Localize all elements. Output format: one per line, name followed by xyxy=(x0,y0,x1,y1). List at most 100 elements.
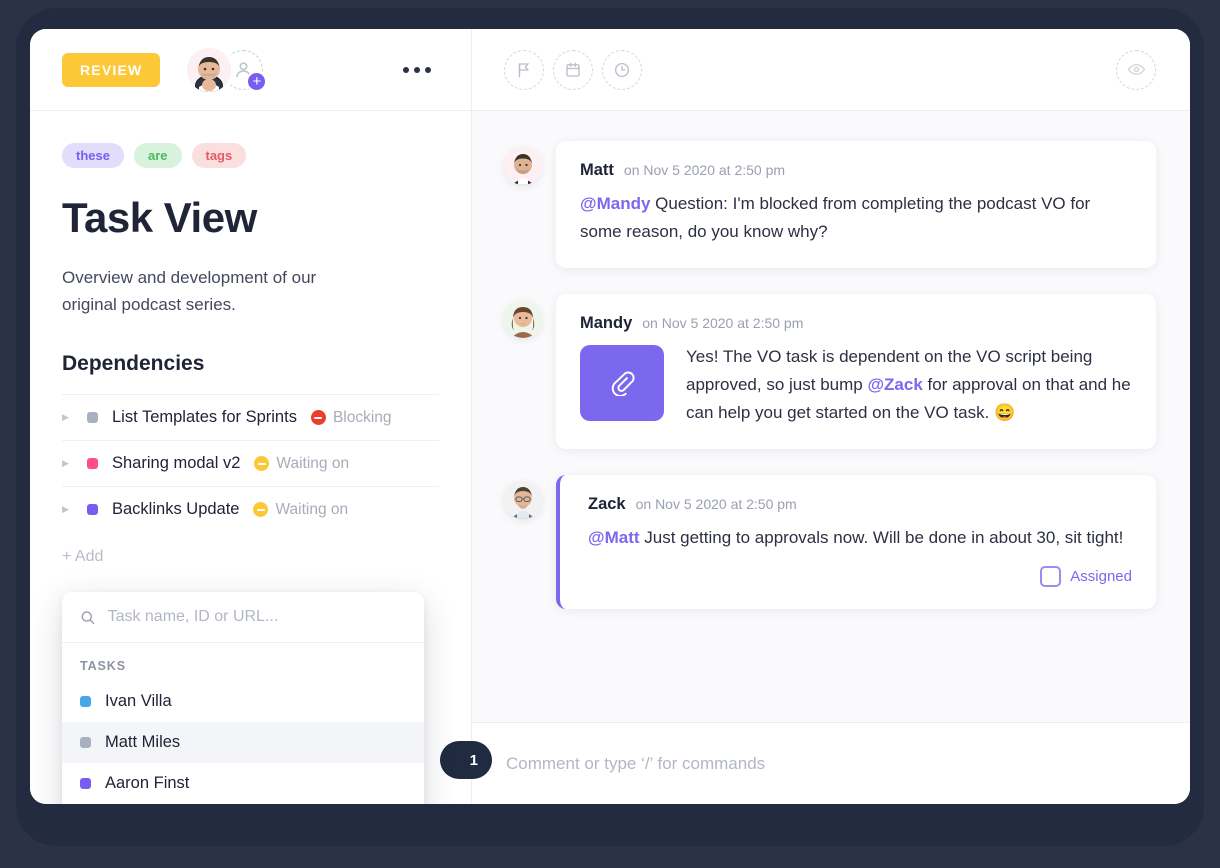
item-color-dot xyxy=(80,696,91,707)
chevron-right-icon[interactable]: ▶ xyxy=(62,412,76,423)
task-header: REVIEW + xyxy=(30,29,471,111)
tag-tags[interactable]: tags xyxy=(191,143,247,168)
comment-body: Question: I'm blocked from completing th… xyxy=(580,194,1091,242)
dependency-status-label: Waiting on xyxy=(276,454,350,472)
avatar[interactable] xyxy=(187,47,232,92)
flag-icon[interactable] xyxy=(504,49,544,90)
blocking-icon xyxy=(310,410,326,426)
dependency-row[interactable]: ▶ Sharing modal v2 Waiting on xyxy=(62,440,439,486)
list-item-label: Matt Miles xyxy=(105,733,181,751)
avatar-image xyxy=(504,481,542,520)
comment-author: Zack xyxy=(588,495,626,514)
comment-item: Zack on Nov 5 2020 at 2:50 pm @Matt Just… xyxy=(504,475,1156,610)
calendar-icon[interactable] xyxy=(553,49,593,90)
unread-count-value: 1 xyxy=(469,751,478,769)
assignee-group: + xyxy=(187,47,268,92)
comment-body-row: Yes! The VO task is dependent on the VO … xyxy=(580,343,1132,427)
task-details-panel: REVIEW + these are tags Task View Overvi… xyxy=(30,29,472,804)
add-dependency-button[interactable]: + Add xyxy=(62,532,439,566)
status-button[interactable]: REVIEW xyxy=(62,52,161,87)
avatar[interactable] xyxy=(504,300,542,339)
dependency-status-label: Blocking xyxy=(332,408,392,426)
comment-timestamp: on Nov 5 2020 at 2:50 pm xyxy=(642,315,804,332)
dependency-name: Sharing modal v2 xyxy=(112,454,241,473)
comment-timestamp: on Nov 5 2020 at 2:50 pm xyxy=(635,496,797,513)
comment-text: @Mandy Question: I'm blocked from comple… xyxy=(580,190,1132,246)
watch-eye-icon[interactable] xyxy=(1116,49,1156,90)
search-icon xyxy=(81,610,95,624)
comment-author: Mandy xyxy=(580,314,633,333)
dropdown-section-label: TASKS xyxy=(80,659,126,673)
dependency-row[interactable]: ▶ Backlinks Update Waiting on xyxy=(62,486,439,532)
item-color-dot xyxy=(80,737,91,748)
list-item-label: Ivan Villa xyxy=(105,692,172,710)
page-title: Task View xyxy=(62,194,257,241)
clock-icon[interactable] xyxy=(602,49,642,90)
chevron-right-icon[interactable]: ▶ xyxy=(62,458,76,469)
mention-link[interactable]: @Zack xyxy=(867,375,922,394)
comment-item: Mandy on Nov 5 2020 at 2:50 pm Yes! The … xyxy=(504,294,1156,450)
dependency-status: Waiting on xyxy=(254,455,349,473)
mention-link[interactable]: @Matt xyxy=(588,528,640,547)
comment-card: Mandy on Nov 5 2020 at 2:50 pm Yes! The … xyxy=(556,294,1156,450)
list-item[interactable]: Ivan Villa xyxy=(62,681,424,722)
comment-author: Matt xyxy=(580,161,614,179)
tag-list: these are tags xyxy=(62,143,439,168)
dependency-name: List Templates for Sprints xyxy=(112,408,297,427)
mention-link[interactable]: @Mandy xyxy=(580,194,650,213)
dependency-row[interactable]: ▶ List Templates for Sprints Blocking xyxy=(62,394,439,440)
dependency-status-label: Waiting on xyxy=(275,500,349,518)
avatar-image xyxy=(504,300,542,339)
task-search-dropdown: TASKS Ivan Villa Matt Miles Aaron Finst … xyxy=(62,592,424,804)
task-body: these are tags Task View Overview and de… xyxy=(30,111,471,566)
dependency-name: Backlinks Update xyxy=(112,500,240,519)
dependency-color-dot xyxy=(87,504,98,516)
avatar[interactable] xyxy=(504,147,542,185)
comment-input-bar[interactable]: Comment or type ‘/’ for commands xyxy=(472,722,1190,804)
dot xyxy=(414,66,420,73)
assigned-label: Assigned xyxy=(1070,568,1132,586)
comment-list: Matt on Nov 5 2020 at 2:50 pm @Mandy Que… xyxy=(472,111,1190,722)
calendar-glyph xyxy=(566,62,580,77)
dependency-status: Blocking xyxy=(310,408,392,427)
comment-text: @Matt Just getting to approvals now. Wil… xyxy=(588,524,1132,552)
search-input[interactable] xyxy=(107,608,406,626)
tag-are[interactable]: are xyxy=(133,143,182,168)
comment-header: Matt on Nov 5 2020 at 2:50 pm xyxy=(580,161,1132,180)
search-field xyxy=(62,592,424,643)
comment-item: Matt on Nov 5 2020 at 2:50 pm @Mandy Que… xyxy=(504,141,1156,269)
assigned-checkbox[interactable] xyxy=(1040,566,1062,588)
comment-header: Mandy on Nov 5 2020 at 2:50 pm xyxy=(580,314,1132,333)
comment-timestamp: on Nov 5 2020 at 2:50 pm xyxy=(623,162,786,178)
list-item[interactable]: Matt Miles xyxy=(62,722,424,763)
comment-header: Zack on Nov 5 2020 at 2:50 pm xyxy=(588,495,1132,514)
item-color-dot xyxy=(80,778,91,789)
activity-panel: Matt on Nov 5 2020 at 2:50 pm @Mandy Que… xyxy=(440,29,1190,804)
plus-badge-icon: + xyxy=(246,70,268,92)
tag-these[interactable]: these xyxy=(62,143,124,168)
task-view-app: REVIEW + these are tags Task View Overvi… xyxy=(30,29,1190,804)
unread-count-badge[interactable]: 1 xyxy=(440,741,492,779)
comment-card: Matt on Nov 5 2020 at 2:50 pm @Mandy Que… xyxy=(556,141,1156,269)
comment-card: Zack on Nov 5 2020 at 2:50 pm @Matt Just… xyxy=(556,475,1156,610)
dependencies-heading: Dependencies xyxy=(62,352,205,376)
dot xyxy=(403,66,409,73)
paperclip-glyph xyxy=(611,371,635,397)
list-item[interactable]: Aaron Finst xyxy=(62,763,424,804)
dependency-color-dot xyxy=(87,458,98,470)
comment-body: Just getting to approvals now. Will be d… xyxy=(639,528,1124,548)
comment-placeholder: Comment or type ‘/’ for commands xyxy=(506,753,766,773)
dot xyxy=(425,66,431,73)
eye-glyph xyxy=(1127,64,1145,75)
dependency-color-dot xyxy=(87,412,98,424)
clock-glyph xyxy=(614,62,630,77)
activity-toolbar xyxy=(472,29,1190,111)
avatar-image xyxy=(504,147,542,185)
avatar[interactable] xyxy=(504,481,542,520)
chevron-right-icon[interactable]: ▶ xyxy=(62,504,76,515)
attachment-paperclip-icon[interactable] xyxy=(580,345,664,422)
assigned-row: Assigned xyxy=(588,566,1132,588)
more-options-button[interactable] xyxy=(395,59,439,81)
avatar-image xyxy=(187,47,232,92)
list-item-label: Aaron Finst xyxy=(105,774,190,792)
